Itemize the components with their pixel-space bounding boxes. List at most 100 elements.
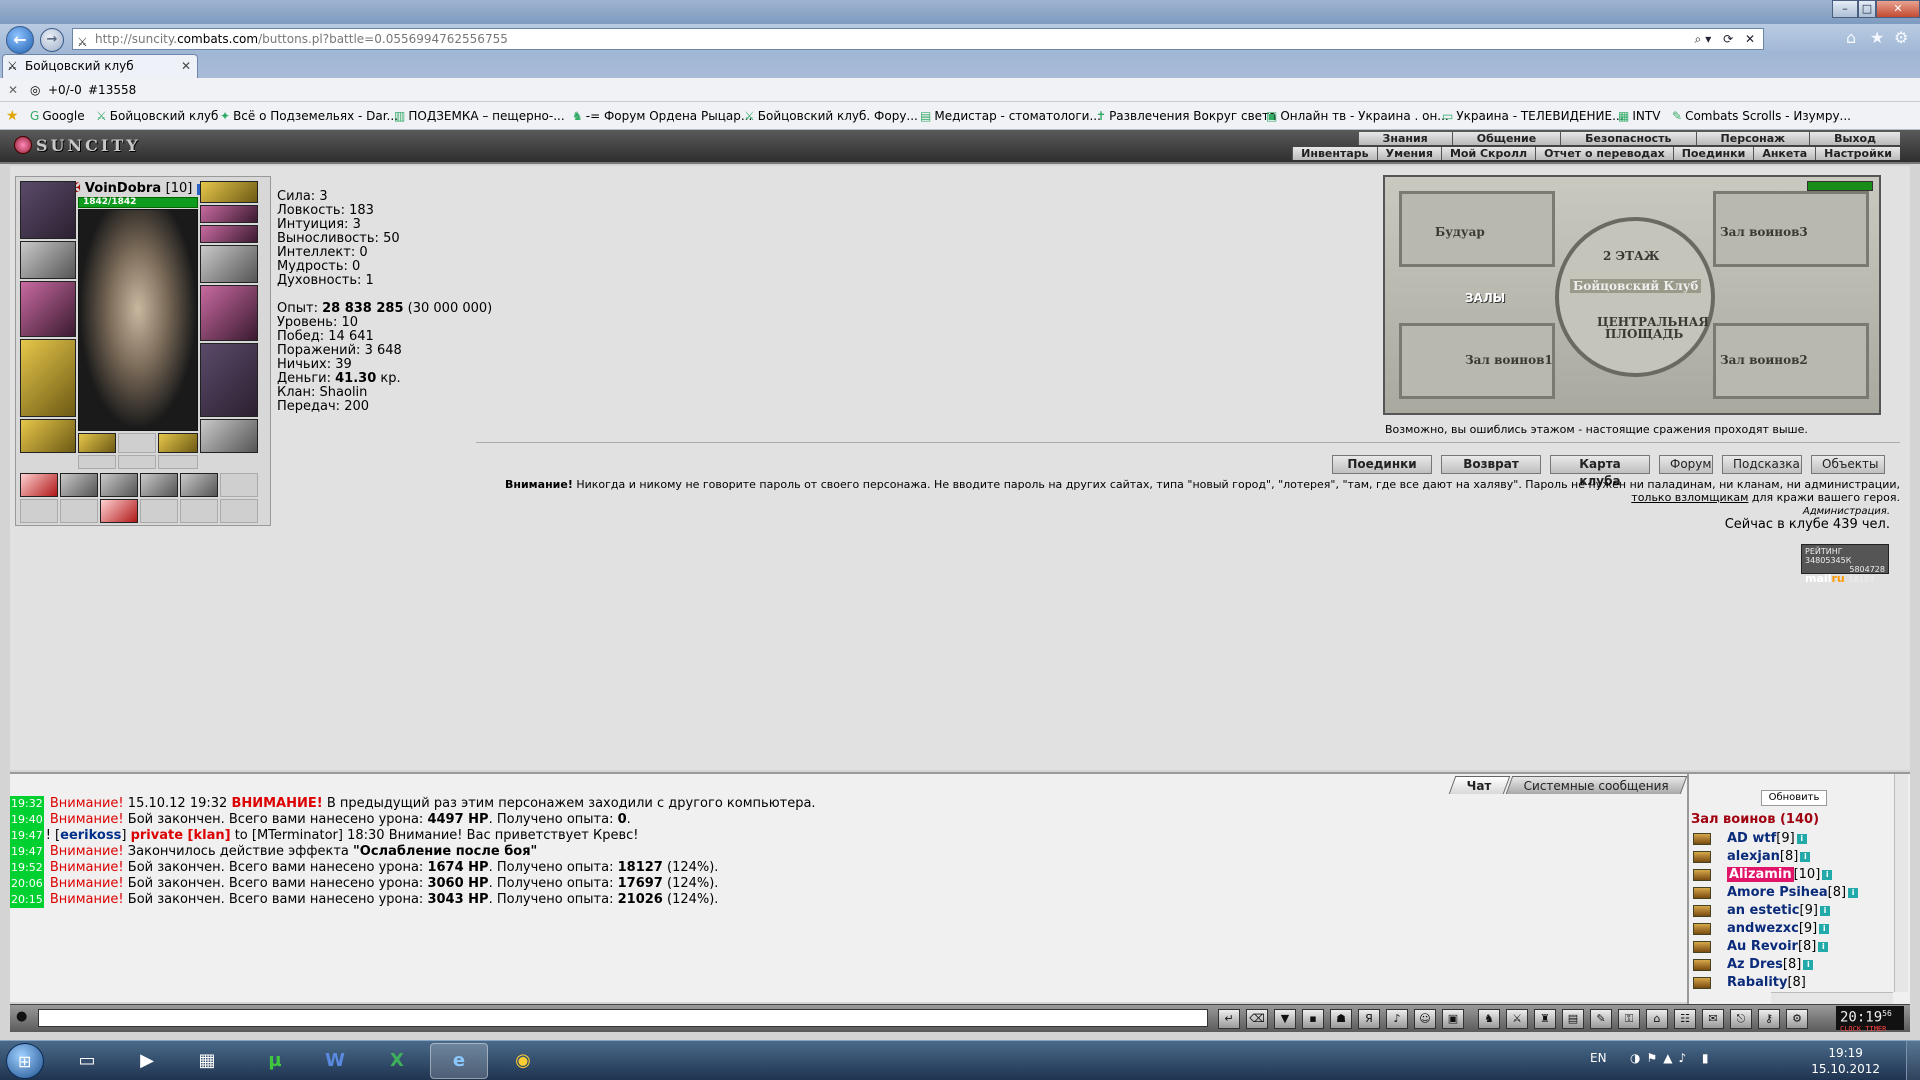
weapon-right-slot[interactable]: [200, 285, 258, 341]
user-row[interactable]: Au Revoir[8] i: [1693, 938, 1893, 956]
settings-icon[interactable]: ⚙: [1786, 1009, 1808, 1029]
menu-settings[interactable]: Настройки: [1815, 147, 1900, 160]
empty-slot[interactable]: [118, 455, 156, 469]
vertical-scrollbar[interactable]: [1894, 774, 1908, 992]
private-message-icon[interactable]: [1693, 977, 1711, 989]
return-button[interactable]: Возврат: [1441, 455, 1541, 474]
potion-icon[interactable]: ♜: [1534, 1009, 1556, 1029]
scroll-slot[interactable]: [100, 473, 138, 497]
menu-battles[interactable]: Поединки: [1672, 147, 1754, 160]
private-message-icon[interactable]: [1693, 959, 1711, 971]
info-icon[interactable]: i: [1822, 870, 1833, 880]
fav-item[interactable]: ▣ Онлайн тв - Украина . он...: [1266, 102, 1449, 129]
armor-slot[interactable]: [20, 339, 76, 417]
fav-item[interactable]: ✎ Combats Scrolls - Изумру...: [1672, 102, 1851, 129]
fav-item[interactable]: ▥ ПОДЗЕМКА – пещерно-...: [394, 102, 565, 129]
private-message-icon[interactable]: [1693, 887, 1711, 899]
private-message-icon[interactable]: [1693, 833, 1711, 845]
central-square[interactable]: [1555, 217, 1715, 377]
menu-character[interactable]: Персонаж: [1695, 132, 1810, 145]
close-icon[interactable]: ✕: [8, 78, 18, 102]
menu-inventory[interactable]: Инвентарь: [1292, 147, 1377, 160]
fav-item[interactable]: ⚔ Бойцовский клуб: [96, 102, 218, 129]
user-row[interactable]: an estetic[9] i: [1693, 902, 1893, 920]
mail-icon[interactable]: ✉: [1702, 1009, 1724, 1029]
user-row[interactable]: Az Dres[8] i: [1693, 956, 1893, 974]
pin-icon[interactable]: ●: [16, 1009, 27, 1024]
fav-item[interactable]: ▤ Медистар - стоматологи...: [920, 102, 1101, 129]
fav-item[interactable]: ♞ -= Форум Ордена Рыцар...: [572, 102, 752, 129]
weapon-left-slot[interactable]: [20, 281, 76, 337]
user-row[interactable]: Rabality[8]: [1693, 974, 1893, 992]
hackers-link[interactable]: только взломщикам: [1631, 491, 1748, 504]
info-icon[interactable]: i: [1819, 924, 1830, 934]
heart-elixir-slot[interactable]: [100, 499, 138, 523]
word-icon[interactable]: W: [306, 1043, 364, 1079]
sender-nick[interactable]: eerikoss: [60, 828, 121, 843]
forum-button[interactable]: Форум: [1659, 455, 1713, 474]
private-message-icon[interactable]: [1693, 941, 1711, 953]
language-indicator[interactable]: EN: [1590, 1051, 1607, 1065]
empty-slot[interactable]: [140, 499, 178, 523]
menu-security[interactable]: Безопасность: [1560, 132, 1696, 145]
user-row[interactable]: alexjan[8] i: [1693, 848, 1893, 866]
media-player-icon[interactable]: ▶: [118, 1043, 176, 1079]
music-icon[interactable]: ♪: [1386, 1009, 1408, 1029]
menu-profile[interactable]: Анкета: [1753, 147, 1816, 160]
address-bar[interactable]: ⚔ http://suncity.combats.com/buttons.pl?…: [72, 28, 1764, 50]
empty-slot[interactable]: [180, 499, 218, 523]
empty-slot[interactable]: [118, 433, 156, 453]
lock-icon[interactable]: ⚷: [1758, 1009, 1780, 1029]
hint-button[interactable]: Подсказка: [1722, 455, 1802, 474]
excel-icon[interactable]: X: [368, 1043, 426, 1079]
user-row[interactable]: AD wtf[9] i: [1693, 830, 1893, 848]
fav-item[interactable]: ⚔ Бойцовский клуб. Фору...: [744, 102, 918, 129]
menu-communication[interactable]: Общение: [1451, 132, 1561, 145]
info-icon[interactable]: i: [1848, 888, 1859, 898]
empty-slot[interactable]: [158, 455, 198, 469]
favorites-star-icon[interactable]: ★: [6, 102, 19, 129]
chest-icon[interactable]: ▤: [1562, 1009, 1584, 1029]
translit-icon[interactable]: Я: [1358, 1009, 1380, 1029]
rating-counter[interactable]: РЕЙТИНГ 34805345К 5804728 mailru 18103: [1801, 544, 1889, 584]
browser-tab[interactable]: ⚔ Бойцовский клуб ✕: [2, 54, 198, 78]
chrome-icon[interactable]: ◉: [494, 1043, 552, 1079]
user-row[interactable]: andwezxc[9] i: [1693, 920, 1893, 938]
private-message-icon[interactable]: [1693, 923, 1711, 935]
save-icon[interactable]: ▪: [1302, 1009, 1324, 1029]
minimize-button[interactable]: –: [1832, 0, 1858, 18]
private-message-icon[interactable]: [1693, 905, 1711, 917]
label-fight-club[interactable]: Бойцовский Клуб: [1570, 279, 1702, 293]
scroll-slot[interactable]: [180, 473, 218, 497]
fighter-icon[interactable]: ☗: [1330, 1009, 1352, 1029]
gem-slot[interactable]: [158, 433, 198, 453]
settings-gear-icon[interactable]: ⚙: [1894, 28, 1908, 47]
user-row[interactable]: Alizamin [10] i: [1693, 866, 1893, 884]
sword-icon[interactable]: ⚔: [1506, 1009, 1528, 1029]
tray-clock[interactable]: 19:19 15.10.2012: [1811, 1045, 1880, 1077]
calculator-icon[interactable]: ▦: [178, 1043, 236, 1079]
info-icon[interactable]: i: [1819, 906, 1830, 916]
fav-item[interactable]: ▦ INTV: [1618, 102, 1660, 129]
back-button[interactable]: ←: [6, 26, 34, 54]
empty-slot[interactable]: [78, 455, 116, 469]
empty-slot[interactable]: [60, 499, 98, 523]
rings-slot[interactable]: [200, 225, 258, 243]
show-desktop-button[interactable]: [1906, 1041, 1920, 1080]
fav-item[interactable]: ✦ Всё о Подземельях - Dar...: [220, 102, 398, 129]
amulet-slot[interactable]: [200, 205, 258, 223]
filter-icon[interactable]: ▼: [1274, 1009, 1296, 1029]
address-actions[interactable]: ⌕▾ ⟳ ✕: [1695, 29, 1759, 49]
club-map-button[interactable]: Карта клуба: [1550, 455, 1650, 488]
objects-button[interactable]: Объекты: [1811, 455, 1885, 474]
eraser-icon[interactable]: ⌫: [1246, 1009, 1268, 1029]
info-icon[interactable]: i: [1803, 960, 1814, 970]
internet-explorer-icon[interactable]: e: [430, 1043, 488, 1079]
boots-slot[interactable]: [200, 419, 258, 453]
key-icon[interactable]: ⚿: [1618, 1009, 1640, 1029]
scroll-slot[interactable]: [60, 473, 98, 497]
heart-elixir-slot[interactable]: [20, 473, 58, 497]
empty-slot[interactable]: [220, 473, 258, 497]
start-button[interactable]: ⊞: [6, 1043, 44, 1079]
gallery-icon[interactable]: ▣: [1442, 1009, 1464, 1029]
